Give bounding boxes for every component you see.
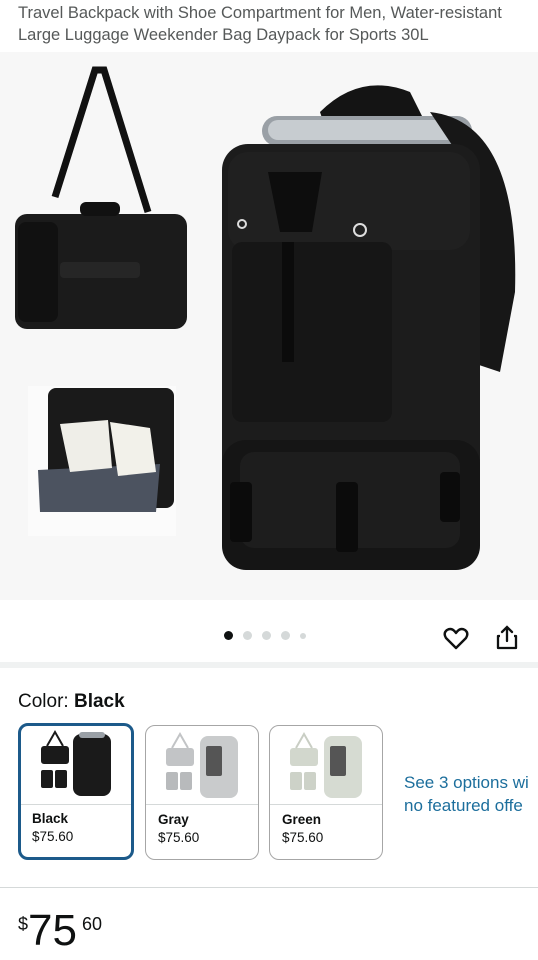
price-currency: $ xyxy=(18,914,29,934)
see-options-line[interactable]: See 3 options wi xyxy=(404,771,538,794)
price-whole: 75 xyxy=(28,906,77,955)
color-swatch-green[interactable]: Green $75.60 xyxy=(269,725,383,860)
selected-color: Black xyxy=(73,691,125,712)
swatch-thumbnail xyxy=(270,726,382,805)
pagination-dot[interactable] xyxy=(281,631,290,640)
duffel-bag-image xyxy=(15,66,187,329)
product-image xyxy=(15,66,516,570)
price-fraction: 60 xyxy=(82,914,103,934)
swatch-price: $75.60 xyxy=(32,829,74,844)
pagination-dot[interactable] xyxy=(262,631,271,640)
pagination-dot[interactable] xyxy=(243,631,252,640)
pagination-dot[interactable] xyxy=(300,632,306,639)
image-pagination[interactable] xyxy=(224,631,306,640)
pagination-dot[interactable] xyxy=(224,631,233,640)
heart-icon[interactable] xyxy=(442,624,470,652)
color-label-prefix: Color: xyxy=(18,691,74,712)
see-options-line[interactable]: no featured offe xyxy=(404,794,538,817)
swatch-name: Green xyxy=(282,812,322,827)
swatch-thumbnail xyxy=(21,726,131,805)
swatch-price: $75.60 xyxy=(158,830,200,845)
section-divider xyxy=(0,662,538,668)
see-options-link[interactable]: See 3 options wi no featured offe xyxy=(404,771,538,817)
section-divider xyxy=(0,887,538,888)
color-swatch-gray[interactable]: Gray $75.60 xyxy=(145,725,259,860)
swatch-price: $75.60 xyxy=(282,830,324,845)
swatch-name: Gray xyxy=(158,812,189,827)
color-label: Color: Black xyxy=(18,691,125,713)
share-icon[interactable] xyxy=(494,624,522,652)
swatch-name: Black xyxy=(32,811,69,826)
shoe-compartment-image xyxy=(28,386,176,536)
backpack-image xyxy=(222,85,516,570)
product-image-gallery[interactable] xyxy=(0,52,538,600)
product-title: Travel Backpack with Shoe Compartment fo… xyxy=(18,4,502,44)
swatch-thumbnail xyxy=(146,726,258,805)
color-swatch-black[interactable]: Black $75.60 xyxy=(18,723,134,860)
